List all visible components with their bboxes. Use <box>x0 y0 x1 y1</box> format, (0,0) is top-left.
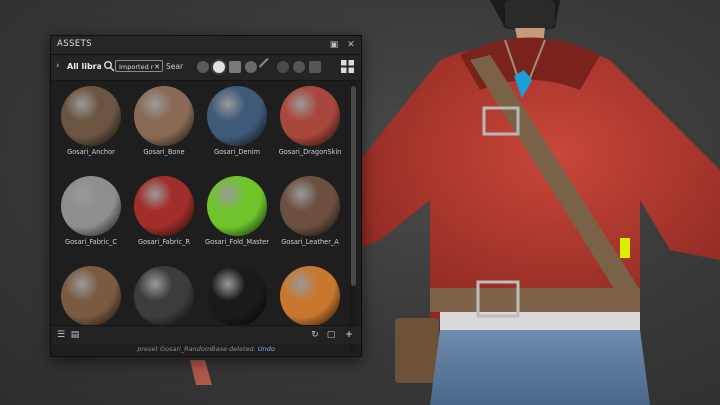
material-preview-sphere <box>61 266 121 326</box>
panel-title: ASSETS <box>57 39 92 49</box>
search-icon[interactable] <box>103 60 115 72</box>
asset-label: Gosari_DragonSkin <box>278 148 342 156</box>
material-preview-sphere <box>134 176 194 236</box>
material-preview-sphere <box>207 86 267 146</box>
filter-tag[interactable]: Imported r ✕ <box>115 60 163 72</box>
asset-label: Gosari_Fold_Master <box>205 238 269 246</box>
asset-scrollbar[interactable] <box>350 82 357 352</box>
panel-bottombar: ☰ ▤ ↻ ▢ + <box>51 325 361 344</box>
material-preview-sphere <box>280 86 340 146</box>
asset-label: Gosari_Fabric_C <box>65 238 117 246</box>
library-selector[interactable]: All librari <box>67 62 101 71</box>
asset-label: Gosari_Denim <box>213 148 261 156</box>
filter-filters-icon[interactable] <box>277 61 289 73</box>
scroll-thumb[interactable] <box>351 86 356 286</box>
filter-materials-icon[interactable] <box>213 61 225 73</box>
filter-all-icon[interactable] <box>197 61 209 73</box>
material-preview-sphere <box>134 266 194 326</box>
filter-tag-label: Imported r <box>119 63 154 71</box>
filter-images-icon[interactable] <box>309 61 321 73</box>
asset-tile[interactable]: Gosari_Fold_Master <box>200 172 274 262</box>
asset-tile[interactable]: Gosari_Anchor <box>54 82 128 172</box>
list-options-icon[interactable]: ☰ <box>55 329 67 341</box>
status-bar: preset Gosari_RandomBase deleted. Undo <box>51 343 361 356</box>
material-preview-sphere <box>61 176 121 236</box>
chevron-right-icon[interactable]: › <box>56 61 60 71</box>
material-preview-sphere <box>207 266 267 326</box>
add-asset-icon[interactable]: + <box>343 329 355 341</box>
asset-tile[interactable]: Gosari_Leather_A <box>273 172 347 262</box>
remove-filter-icon[interactable]: ✕ <box>154 61 160 71</box>
asset-label: Gosari_Fabric_R <box>138 238 190 246</box>
asset-label: Gosari_Leather_A <box>281 238 339 246</box>
material-preview-sphere <box>61 86 121 146</box>
filter-smart-materials-icon[interactable] <box>245 61 257 73</box>
panel-titlebar: ASSETS ▣ ✕ <box>51 36 361 55</box>
status-message: preset Gosari_RandomBase deleted. <box>137 345 256 353</box>
close-icon[interactable]: ✕ <box>344 38 358 52</box>
asset-tile[interactable]: Gosari_Fabric_C <box>54 172 128 262</box>
assets-panel: ASSETS ▣ ✕ › All librari Imported r ✕ Se… <box>50 35 362 357</box>
material-preview-sphere <box>207 176 267 236</box>
material-preview-sphere <box>280 266 340 326</box>
asset-tile[interactable]: Gosari_Denim <box>200 82 274 172</box>
asset-tile[interactable]: Gosari_Bone <box>127 82 201 172</box>
asset-tile[interactable]: Gosari_Fabric_R <box>127 172 201 262</box>
filter-brushes-icon[interactable] <box>258 57 278 77</box>
asset-label: Gosari_Bone <box>143 148 185 156</box>
grid-view-icon[interactable] <box>341 60 354 73</box>
filter-environments-icon[interactable] <box>293 61 305 73</box>
filter-textures-icon[interactable] <box>229 61 241 73</box>
search-input[interactable]: Sear <box>166 62 194 71</box>
material-preview-sphere <box>134 86 194 146</box>
refresh-icon[interactable]: ↻ <box>309 329 321 341</box>
panel-toolbar: › All librari Imported r ✕ Sear <box>51 55 361 81</box>
asset-grid: Gosari_Anchor Gosari_Bone Gosari_Denim Gosa… <box>54 82 348 352</box>
material-preview-sphere <box>280 176 340 236</box>
asset-tile[interactable]: Gosari_DragonSkin <box>273 82 347 172</box>
folder-icon[interactable]: ▢ <box>325 329 337 341</box>
undock-icon[interactable]: ▣ <box>327 38 341 52</box>
asset-label: Gosari_Anchor <box>67 148 115 156</box>
layout-options-icon[interactable]: ▤ <box>69 329 81 341</box>
undo-link[interactable]: Undo <box>258 345 275 353</box>
